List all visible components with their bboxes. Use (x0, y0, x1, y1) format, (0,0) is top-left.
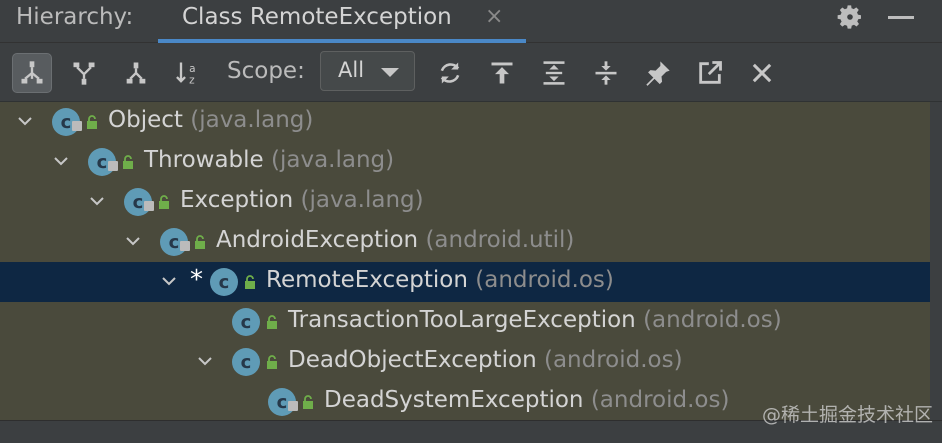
collapse-all-icon (595, 61, 617, 85)
scroll-to-source-button[interactable] (482, 53, 522, 93)
pin-icon (646, 61, 670, 86)
chevron-down-icon[interactable] (18, 114, 32, 128)
class-icon: c (232, 308, 260, 336)
readonly-lock-icon (108, 161, 118, 171)
class-name-label: DeadObjectException (android.os) (288, 347, 683, 373)
scroll-to-source-icon (491, 62, 513, 84)
sort-alphabetically-button[interactable]: a z (168, 53, 208, 93)
public-visibility-icon (267, 355, 277, 369)
hierarchy-tree[interactable]: c Object (java.lang) c Throwable (java.lang… (0, 102, 930, 420)
scope-dropdown[interactable]: All (320, 51, 415, 91)
minimize-icon[interactable] (888, 16, 914, 19)
gear-icon[interactable] (836, 3, 864, 31)
class-name: TransactionTooLargeException (288, 307, 636, 333)
package-name: (android.util) (425, 227, 575, 253)
class-name-label: DeadSystemException (android.os) (324, 387, 729, 413)
hierarchy-title: Hierarchy: (16, 4, 134, 30)
readonly-lock-icon (180, 241, 190, 251)
class-name-label: Object (java.lang) (108, 107, 313, 133)
close-icon (752, 63, 772, 83)
public-visibility-icon (87, 115, 97, 129)
class-name: Object (108, 107, 183, 133)
class-icon: c (232, 348, 260, 376)
sort-alphabetically-icon: a z (176, 62, 196, 87)
hierarchy-toolbar: a z Scope: All (0, 43, 942, 102)
tree-row[interactable]: c Throwable (java.lang) (0, 142, 930, 182)
package-name: (android.os) (643, 307, 782, 333)
collapse-all-button[interactable] (586, 53, 626, 93)
chevron-down-icon[interactable] (126, 234, 140, 248)
open-external-icon (699, 61, 722, 84)
vertical-scrollbar[interactable] (930, 102, 942, 420)
class-name-label: AndroidException (android.util) (216, 227, 574, 253)
tree-row[interactable]: * c RemoteException (android.os) (0, 262, 930, 302)
close-button[interactable] (742, 53, 782, 93)
public-visibility-icon (245, 275, 255, 289)
chevron-down-icon[interactable] (90, 194, 104, 208)
supertypes-hierarchy-button[interactable] (64, 53, 104, 93)
readonly-lock-icon (288, 401, 298, 411)
tree-row[interactable]: c Object (java.lang) (0, 102, 930, 142)
tab-class-remoteexception[interactable]: Class RemoteException × (158, 0, 526, 43)
class-name: AndroidException (216, 227, 419, 253)
tab-close-icon[interactable]: × (485, 4, 503, 29)
tab-label: Class RemoteException (182, 4, 452, 30)
class-icon: c (210, 268, 238, 296)
subtypes-hierarchy-icon (21, 61, 43, 84)
tree-row[interactable]: c DeadObjectException (android.os) (0, 342, 930, 382)
readonly-lock-icon (72, 121, 82, 131)
class-name-label: TransactionTooLargeException (android.os… (288, 307, 782, 333)
scope-value: All (338, 58, 365, 82)
package-name: (java.lang) (190, 107, 314, 133)
current-class-marker: * (190, 265, 203, 295)
package-name: (android.os) (590, 387, 730, 413)
class-name: Throwable (144, 147, 264, 173)
expand-all-icon (543, 61, 565, 85)
pin-button[interactable] (638, 53, 678, 93)
package-name: (java.lang) (300, 187, 424, 213)
expand-all-button[interactable] (534, 53, 574, 93)
subtypes-hierarchy-button[interactable] (12, 53, 52, 93)
class-name: DeadSystemException (324, 387, 584, 413)
svg-text:z: z (189, 75, 195, 87)
chevron-down-icon[interactable] (54, 154, 68, 168)
svg-text:a: a (189, 63, 195, 75)
tree-row[interactable]: c TransactionTooLargeException (android.o… (0, 302, 930, 342)
chevron-down-icon (381, 68, 399, 77)
class-name-label: RemoteException (android.os) (266, 267, 614, 293)
package-name: (java.lang) (271, 147, 395, 173)
refresh-icon (440, 62, 460, 84)
class-name-label: Throwable (java.lang) (144, 147, 394, 173)
scope-label: Scope: (227, 58, 305, 84)
tree-row[interactable]: c Exception (java.lang) (0, 182, 930, 222)
package-name: (android.os) (543, 347, 683, 373)
chevron-down-icon[interactable] (198, 354, 212, 368)
class-hierarchy-button[interactable] (116, 53, 156, 93)
class-name: RemoteException (266, 267, 468, 293)
package-name: (android.os) (475, 267, 614, 293)
supertypes-hierarchy-icon (73, 62, 95, 85)
public-visibility-icon (303, 395, 313, 409)
tree-row[interactable]: c AndroidException (android.util) (0, 222, 930, 262)
public-visibility-icon (195, 235, 205, 249)
hierarchy-tab-bar: Hierarchy: Class RemoteException × (0, 0, 942, 43)
chevron-down-icon[interactable] (162, 274, 176, 288)
public-visibility-icon (123, 155, 133, 169)
public-visibility-icon (267, 315, 277, 329)
class-hierarchy-icon (126, 62, 146, 84)
readonly-lock-icon (144, 201, 154, 211)
refresh-button[interactable] (430, 53, 470, 93)
watermark: @稀土掘金技术社区 (762, 404, 934, 426)
class-name: Exception (180, 187, 294, 213)
class-name-label: Exception (java.lang) (180, 187, 424, 213)
open-external-button[interactable] (690, 53, 730, 93)
public-visibility-icon (159, 195, 169, 209)
class-name: DeadObjectException (288, 347, 537, 373)
